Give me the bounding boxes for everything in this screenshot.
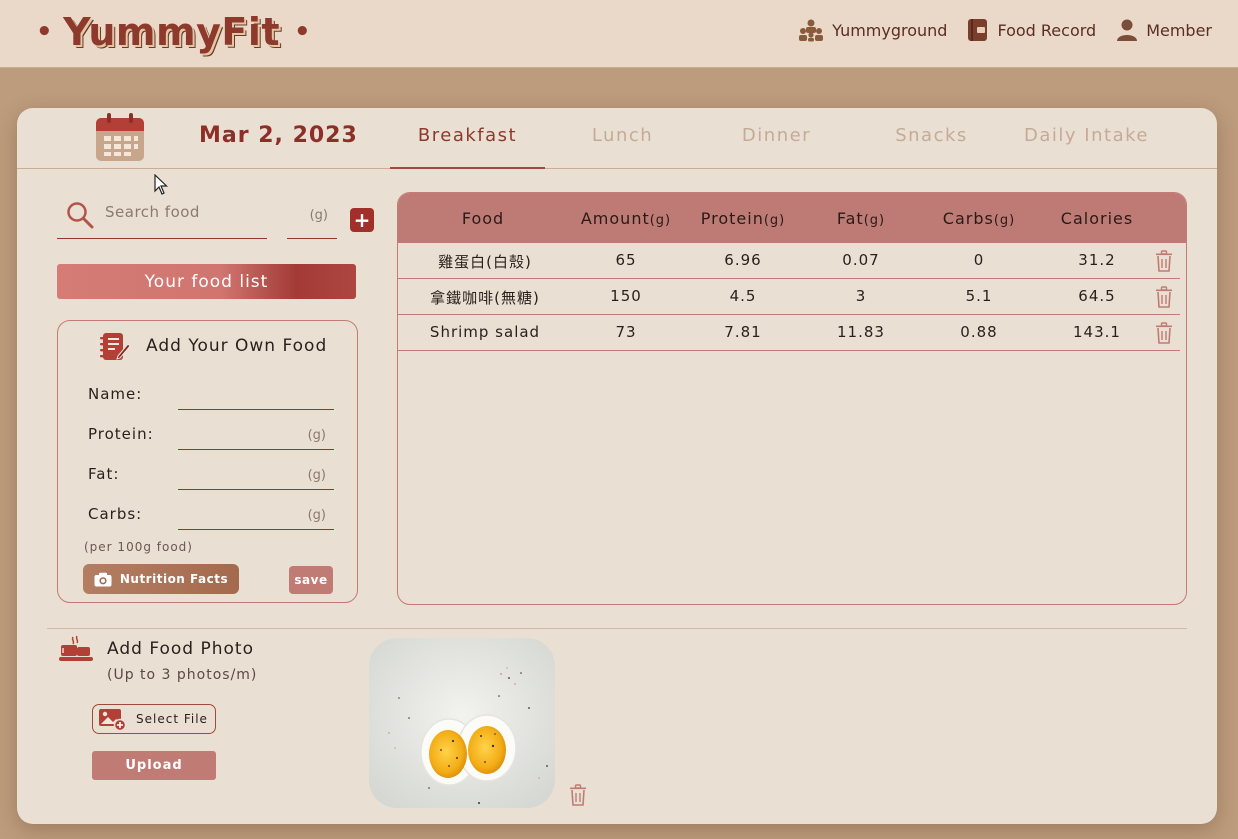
cell-amount: 150 <box>610 287 642 305</box>
cell-carbs: 0 <box>973 251 985 269</box>
header-amount: Amount(g) <box>580 209 672 228</box>
meal-tray-icon <box>59 635 93 661</box>
cell-food: 雞蛋白(白殼) <box>438 253 532 271</box>
diet-record-card: Mar 2, 2023 Breakfast Lunch Dinner Snack… <box>17 108 1217 824</box>
cell-fat: 0.07 <box>842 251 880 269</box>
cell-protein: 7.81 <box>724 323 762 341</box>
header-food: Food <box>461 209 505 228</box>
table-row[interactable]: 拿鐵咖啡(無糖) 150 4.5 3 5.1 64.5 <box>398 279 1180 315</box>
cell-amount: 65 <box>615 251 637 269</box>
selected-date[interactable]: Mar 2, 2023 <box>199 123 358 148</box>
amount-input[interactable]: (g) <box>287 195 337 239</box>
food-table: Food Amount(g) Protein(g) Fat(g) Carbs(g… <box>397 192 1187 605</box>
cell-protein: 4.5 <box>729 287 757 305</box>
trash-icon[interactable] <box>1155 286 1173 308</box>
tab-breakfast[interactable]: Breakfast <box>390 125 545 169</box>
search-input[interactable] <box>105 203 265 221</box>
carbs-field[interactable]: (g) <box>178 504 334 530</box>
user-icon <box>1117 19 1138 41</box>
gram-unit-label: (g) <box>307 428 326 443</box>
gram-unit-label: (g) <box>307 508 326 523</box>
boiled-egg-image <box>369 638 555 808</box>
cell-fat: 3 <box>855 287 867 305</box>
trash-icon[interactable] <box>1155 322 1173 344</box>
table-row[interactable]: Shrimp salad 73 7.81 11.83 0.88 143.1 <box>398 315 1180 351</box>
section-divider <box>47 628 1187 629</box>
photo-limit-note: (Up to 3 photos/m) <box>107 667 258 683</box>
main-nav: Yummyground Food Record Member <box>798 18 1212 42</box>
select-file-button[interactable]: Select File <box>92 704 216 734</box>
add-food-photo-title: Add Food Photo <box>107 639 254 659</box>
carbs-label: Carbs: <box>88 505 143 523</box>
cell-protein: 6.96 <box>724 251 762 269</box>
cell-carbs: 0.88 <box>960 323 998 341</box>
top-navigation-bar: • YummyFit • Yummyground Food Record Mem… <box>0 0 1238 68</box>
tab-dinner[interactable]: Dinner <box>699 125 854 169</box>
table-header: Food Amount(g) Protein(g) Fat(g) Carbs(g… <box>398 193 1186 243</box>
cell-calories: 31.2 <box>1078 251 1116 269</box>
nav-yummyground[interactable]: Yummyground <box>798 18 947 42</box>
tab-snacks[interactable]: Snacks <box>854 125 1009 169</box>
trash-icon[interactable] <box>569 784 587 806</box>
table-row[interactable]: 雞蛋白(白殼) 65 6.96 0.07 0 31.2 <box>398 243 1180 279</box>
logo-dot-right: • <box>294 17 312 47</box>
add-image-icon <box>99 709 126 731</box>
header-carbs: Carbs(g) <box>942 209 1016 228</box>
gram-unit-label: (g) <box>307 468 326 483</box>
logo-dot-left: • <box>36 17 54 47</box>
search-icon <box>67 202 94 229</box>
header-fat: Fat(g) <box>836 209 886 228</box>
mouse-cursor-icon <box>154 174 168 195</box>
nutrition-facts-button[interactable]: Nutrition Facts <box>83 564 239 594</box>
group-icon <box>799 19 824 42</box>
nav-member[interactable]: Member <box>1116 18 1212 42</box>
name-field[interactable] <box>178 384 334 410</box>
nav-label: Member <box>1146 20 1212 40</box>
food-search <box>57 195 267 239</box>
tab-daily-intake[interactable]: Daily Intake <box>1009 125 1164 169</box>
header-protein: Protein(g) <box>700 209 786 228</box>
per-100g-note: (per 100g food) <box>84 540 193 554</box>
name-label: Name: <box>88 385 143 403</box>
protein-field[interactable]: (g) <box>178 424 334 450</box>
nutrition-facts-label: Nutrition Facts <box>119 572 229 586</box>
cell-amount: 73 <box>615 323 637 341</box>
cell-calories: 64.5 <box>1078 287 1116 305</box>
nav-food-record[interactable]: Food Record <box>967 18 1096 42</box>
brand-name: YummyFit <box>63 10 281 54</box>
cell-fat: 11.83 <box>837 323 885 341</box>
add-own-food-title: Add Your Own Food <box>146 336 328 356</box>
date-and-meal-tabs: Mar 2, 2023 Breakfast Lunch Dinner Snack… <box>17 108 1217 169</box>
nav-label: Food Record <box>997 20 1097 40</box>
upload-button[interactable]: Upload <box>92 751 216 780</box>
cell-calories: 143.1 <box>1073 323 1121 341</box>
add-food-button[interactable]: + <box>350 208 374 232</box>
nav-label: Yummyground <box>832 20 948 40</box>
gram-unit-label: (g) <box>309 208 328 223</box>
trash-icon[interactable] <box>1155 250 1173 272</box>
fat-label: Fat: <box>88 465 120 483</box>
header-calories: Calories <box>1060 209 1134 228</box>
cell-food: 拿鐵咖啡(無糖) <box>430 289 540 307</box>
brand-logo[interactable]: • YummyFit • <box>36 6 311 58</box>
select-file-label: Select File <box>136 712 208 726</box>
fat-field[interactable]: (g) <box>178 464 334 490</box>
camera-icon <box>94 572 112 586</box>
save-button[interactable]: save <box>289 566 333 594</box>
cell-carbs: 5.1 <box>965 287 993 305</box>
notepad-pencil-icon <box>100 333 131 360</box>
protein-label: Protein: <box>88 425 154 443</box>
tab-lunch[interactable]: Lunch <box>545 125 700 169</box>
your-food-list-button[interactable]: Your food list <box>57 264 356 299</box>
cell-food: Shrimp salad <box>429 323 541 341</box>
food-photo-thumbnail[interactable] <box>369 638 555 808</box>
add-own-food-panel: Add Your Own Food Name: Protein: (g) Fat… <box>57 320 358 603</box>
calendar-icon[interactable] <box>95 112 145 162</box>
notebook-icon <box>968 19 988 41</box>
